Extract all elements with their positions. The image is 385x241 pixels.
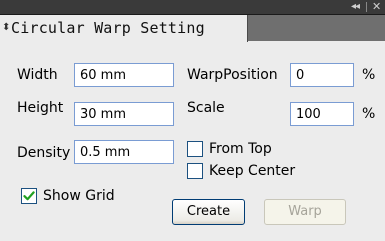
warp-position-unit: % <box>362 67 376 83</box>
panel-tabstrip: ⬍ Circular Warp Setting <box>0 15 385 42</box>
width-label: Width <box>17 67 58 83</box>
warp-position-label: WarpPosition <box>187 67 278 83</box>
from-top-label: From Top <box>209 141 272 157</box>
create-button[interactable]: Create <box>172 199 245 225</box>
close-icon[interactable]: ✕ <box>372 0 381 14</box>
check-mark-icon <box>23 191 35 201</box>
titlebar-divider <box>366 2 367 12</box>
from-top-checkbox[interactable] <box>187 141 203 157</box>
scale-unit: % <box>362 106 376 122</box>
collapse-panel-icon[interactable]: ◂◂ <box>351 0 360 14</box>
scale-field[interactable] <box>290 102 354 126</box>
height-field[interactable] <box>74 102 174 126</box>
width-field[interactable] <box>74 63 174 87</box>
tab-circular-warp-setting[interactable]: ⬍ Circular Warp Setting <box>0 15 248 42</box>
warp-button[interactable]: Warp <box>264 199 346 225</box>
keep-center-checkbox[interactable] <box>187 163 203 179</box>
double-arrow-icon: ⬍ <box>2 22 11 33</box>
scale-label: Scale <box>187 100 225 116</box>
tab-label: Circular Warp Setting <box>11 19 205 37</box>
density-field[interactable] <box>74 140 174 164</box>
keep-center-label: Keep Center <box>209 163 296 179</box>
panel-titlebar: ◂◂ ✕ <box>0 0 385 15</box>
warp-position-field[interactable] <box>290 63 354 87</box>
density-label: Density <box>17 145 71 161</box>
show-grid-label: Show Grid <box>43 188 115 204</box>
show-grid-checkbox[interactable] <box>21 188 37 204</box>
height-label: Height <box>17 100 64 116</box>
